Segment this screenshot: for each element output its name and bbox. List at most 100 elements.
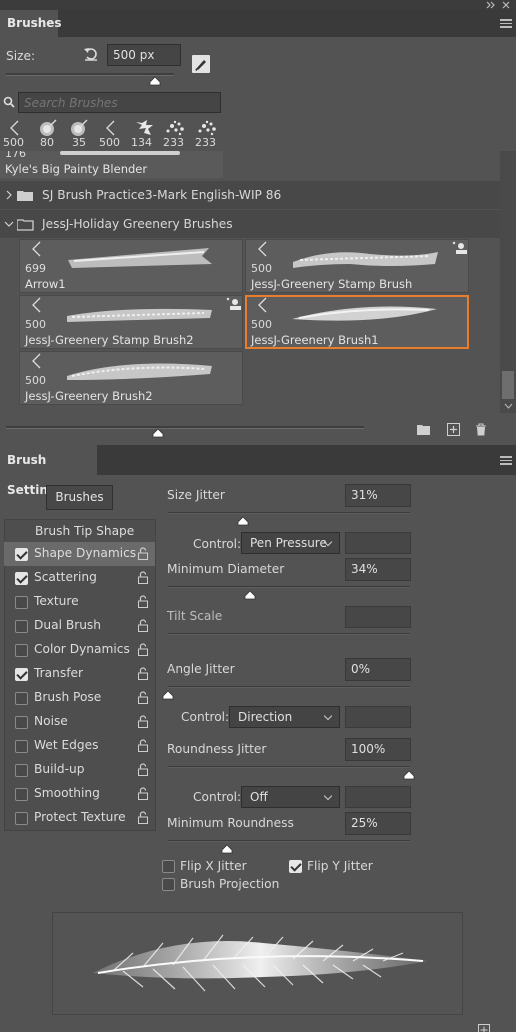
brush-group-row[interactable]: SJ Brush Practice3-Mark English-WIP 86 xyxy=(0,181,500,209)
list-item-brush-tip-shape[interactable]: Brush Tip Shape xyxy=(4,520,155,544)
checkbox-smoothing[interactable] xyxy=(15,788,28,801)
brush-tool-button[interactable] xyxy=(192,55,210,73)
list-item-smoothing[interactable]: Smoothing xyxy=(4,782,155,806)
lock-icon[interactable] xyxy=(138,571,148,584)
angle-steps-input[interactable] xyxy=(345,706,411,728)
checkbox-transfer[interactable] xyxy=(15,668,28,681)
checkbox-dual-brush[interactable] xyxy=(15,620,28,633)
lock-icon[interactable] xyxy=(138,739,148,752)
angle-jitter-slider[interactable] xyxy=(168,686,410,688)
brush-projection-option[interactable]: Brush Projection xyxy=(160,874,290,894)
panel-menu-icon[interactable] xyxy=(500,19,512,28)
checkbox-build-up[interactable] xyxy=(15,764,28,777)
tab-brushes[interactable]: Brushes xyxy=(0,10,62,37)
checkbox-wet-edges[interactable] xyxy=(15,740,28,753)
tilt-scale-input[interactable] xyxy=(345,606,411,628)
lock-icon[interactable] xyxy=(138,619,148,632)
flip-y-jitter-option[interactable]: Flip Y Jitter xyxy=(286,856,396,876)
panel-menu-icon[interactable] xyxy=(500,456,512,465)
list-item-color-dynamics[interactable]: Color Dynamics xyxy=(4,638,155,662)
list-item-shape-dynamics[interactable]: Shape Dynamics xyxy=(4,542,155,566)
angle-jitter-input[interactable]: 0% xyxy=(345,658,411,681)
search-input[interactable] xyxy=(18,92,221,113)
lock-icon[interactable] xyxy=(138,691,148,704)
checkbox-color-dynamics[interactable] xyxy=(15,644,28,657)
preset-item[interactable]: 35 xyxy=(64,117,95,151)
brush-preset[interactable]: 699 Arrow1 xyxy=(19,239,243,293)
chevron-down-icon[interactable] xyxy=(504,403,513,409)
brush-preset-partial[interactable]: 176 Kyle's Big Painty Blender xyxy=(0,151,223,178)
chevron-down-icon[interactable] xyxy=(4,221,14,227)
lock-icon[interactable] xyxy=(138,667,148,680)
lock-icon[interactable] xyxy=(138,787,148,800)
brush-group-row[interactable]: JessJ-Holiday Greenery Brushes xyxy=(0,210,500,238)
brush-preset-selected[interactable]: 500 JessJ-Greenery Brush1 xyxy=(245,295,469,349)
scrollbar-thumb[interactable] xyxy=(502,371,514,399)
lock-icon[interactable] xyxy=(138,763,148,776)
size-jitter-input[interactable]: 31% xyxy=(345,484,411,507)
preset-item[interactable]: 500 xyxy=(96,117,127,151)
close-icon[interactable] xyxy=(502,1,510,9)
new-brush-icon[interactable] xyxy=(447,423,460,436)
new-group-folder-icon[interactable] xyxy=(417,424,431,436)
min-roundness-input[interactable]: 25% xyxy=(345,812,411,835)
checkbox-texture[interactable] xyxy=(15,596,28,609)
brushes-tab-bar: Brushes xyxy=(0,10,516,37)
trash-icon[interactable] xyxy=(475,423,487,436)
roundness-jitter-slider[interactable] xyxy=(168,766,410,768)
min-diameter-slider[interactable] xyxy=(168,586,410,588)
lock-icon[interactable] xyxy=(138,811,148,824)
angle-control-select[interactable]: Direction xyxy=(229,706,340,728)
checkbox-flip-x[interactable] xyxy=(162,860,175,873)
list-item-transfer[interactable]: Transfer xyxy=(4,662,155,686)
list-item-brush-pose[interactable]: Brush Pose xyxy=(4,686,155,710)
roundness-steps-input[interactable] xyxy=(345,786,411,808)
preview-size-slider[interactable] xyxy=(6,426,364,429)
list-item-scattering[interactable]: Scattering xyxy=(4,566,155,590)
checkbox-shape-dynamics[interactable] xyxy=(15,548,28,561)
checkbox-flip-y[interactable] xyxy=(289,860,302,873)
list-item-noise[interactable]: Noise xyxy=(4,710,155,734)
min-roundness-slider[interactable] xyxy=(168,840,410,842)
brush-preset[interactable]: 500 JessJ-Greenery Brush2 xyxy=(19,351,243,405)
brushes-footer xyxy=(0,413,516,445)
chevron-right-icon[interactable] xyxy=(6,190,12,200)
brush-tip-icon xyxy=(32,241,41,257)
brushes-button[interactable]: Brushes xyxy=(46,485,113,510)
lock-icon[interactable] xyxy=(138,547,148,560)
checkbox-protect-texture[interactable] xyxy=(15,812,28,825)
checkbox-scattering[interactable] xyxy=(15,572,28,585)
tilt-scale-slider[interactable] xyxy=(168,633,410,635)
size-control-select[interactable]: Pen Pressure xyxy=(241,532,340,554)
fade-steps-input[interactable] xyxy=(345,532,411,554)
preset-item[interactable]: 500 xyxy=(0,117,31,151)
checkbox-brush-pose[interactable] xyxy=(15,692,28,705)
lock-icon[interactable] xyxy=(138,715,148,728)
double-chevron-right-icon[interactable] xyxy=(486,1,496,9)
lock-icon[interactable] xyxy=(138,595,148,608)
flip-x-jitter-option[interactable]: Flip X Jitter xyxy=(160,856,270,876)
checkbox-brush-projection[interactable] xyxy=(162,878,175,891)
preset-item[interactable]: 134 xyxy=(128,117,159,151)
size-input[interactable]: 500 px xyxy=(107,44,181,66)
preset-item[interactable]: 80 xyxy=(32,117,63,151)
new-brush-icon[interactable] xyxy=(478,1024,490,1032)
list-item-protect-texture[interactable]: Protect Texture xyxy=(4,806,155,830)
min-diameter-input[interactable]: 34% xyxy=(345,558,411,581)
lock-icon[interactable] xyxy=(138,643,148,656)
list-item-texture[interactable]: Texture xyxy=(4,590,155,614)
size-jitter-slider[interactable] xyxy=(168,512,410,514)
brush-list-scrollbar[interactable] xyxy=(500,151,516,413)
reset-size-icon[interactable] xyxy=(83,46,99,62)
preset-item[interactable]: 233 xyxy=(192,117,223,151)
roundness-control-select[interactable]: Off xyxy=(241,786,340,808)
list-item-build-up[interactable]: Build-up xyxy=(4,758,155,782)
roundness-jitter-input[interactable]: 100% xyxy=(345,738,411,761)
list-item-wet-edges[interactable]: Wet Edges xyxy=(4,734,155,758)
brush-preset[interactable]: 500 JessJ-Greenery Stamp Brush xyxy=(245,239,469,293)
tab-brush-settings[interactable]: Brush Settings xyxy=(0,445,97,497)
list-item-dual-brush[interactable]: Dual Brush xyxy=(4,614,155,638)
brush-preset[interactable]: 500 JessJ-Greenery Stamp Brush2 xyxy=(19,295,243,349)
preset-item[interactable]: 233 xyxy=(160,117,191,151)
checkbox-noise[interactable] xyxy=(15,716,28,729)
